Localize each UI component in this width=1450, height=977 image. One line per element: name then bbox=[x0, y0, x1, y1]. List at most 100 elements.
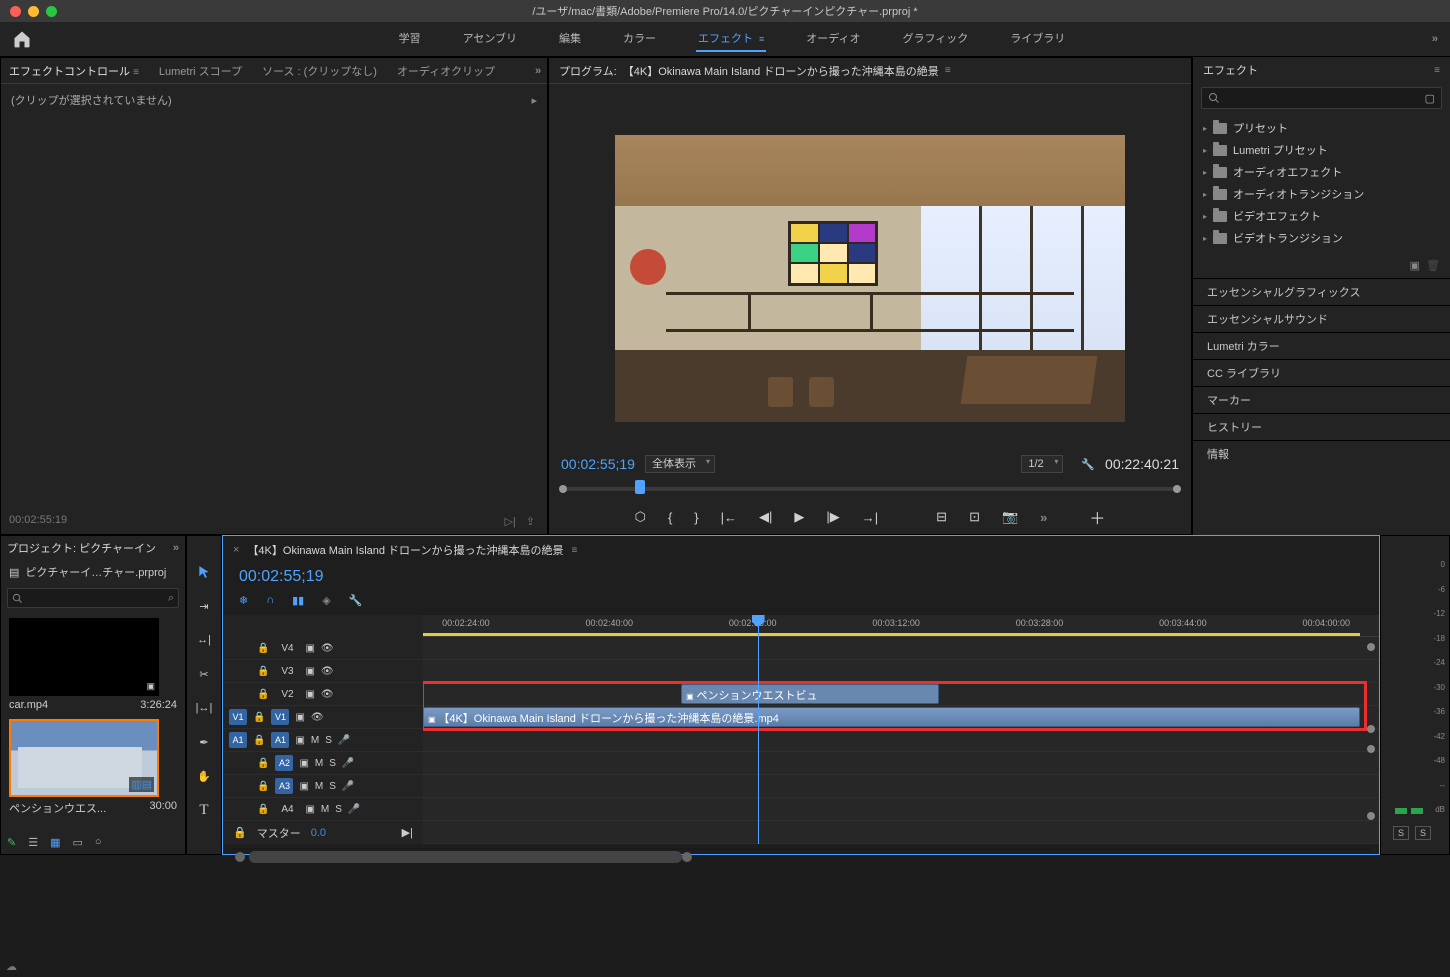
find-icon[interactable]: ⌕ bbox=[168, 592, 174, 605]
program-scrub-bar[interactable] bbox=[561, 478, 1179, 500]
timeline-timecode[interactable]: 00:02:55;19 bbox=[223, 564, 1379, 590]
lock-icon[interactable]: 🔒 bbox=[257, 643, 269, 654]
workspace-effects[interactable]: エフェクト≡ bbox=[696, 26, 766, 52]
toggle-output-icon[interactable]: ▣ bbox=[295, 712, 304, 723]
vscroll-mid-icon[interactable] bbox=[1367, 725, 1375, 733]
go-to-out-icon[interactable]: →| bbox=[862, 510, 878, 525]
workspace-edit[interactable]: 編集 bbox=[557, 26, 583, 52]
writable-icon[interactable]: ✎ bbox=[7, 836, 16, 849]
resolution-select[interactable]: 1/2 bbox=[1021, 455, 1063, 473]
lock-icon[interactable]: 🔒 bbox=[257, 804, 269, 815]
toggle-output-icon[interactable]: ▣ bbox=[305, 643, 314, 654]
hand-tool-icon[interactable]: ✋ bbox=[194, 766, 214, 786]
timeline-menu-icon[interactable]: ≡ bbox=[572, 545, 578, 556]
eye-icon[interactable]: 👁 bbox=[311, 712, 324, 723]
lock-icon[interactable]: 🔒 bbox=[253, 735, 265, 746]
panel-info[interactable]: 情報 bbox=[1193, 440, 1450, 467]
track-a3[interactable] bbox=[423, 775, 1379, 798]
vscroll-bot-icon[interactable] bbox=[1367, 812, 1375, 820]
track-a2[interactable] bbox=[423, 752, 1379, 775]
lock-icon[interactable]: 🔒 bbox=[257, 781, 269, 792]
slip-tool-icon[interactable]: |↔| bbox=[194, 698, 214, 718]
track-v3[interactable] bbox=[423, 660, 1379, 683]
effects-folder-presets[interactable]: ▸プリセット bbox=[1197, 117, 1446, 139]
pen-tool-icon[interactable]: ✒ bbox=[194, 732, 214, 752]
step-back-icon[interactable]: ◀| bbox=[759, 509, 772, 525]
panel-lumetri-color[interactable]: Lumetri カラー bbox=[1193, 332, 1450, 359]
track-v2[interactable]: ▣ ペンションウエストビュ bbox=[423, 683, 1379, 706]
track-master[interactable] bbox=[423, 821, 1379, 844]
solo-left-icon[interactable]: S bbox=[1393, 826, 1409, 840]
toggle-output-icon[interactable]: ▣ bbox=[295, 735, 304, 746]
vscroll-mid2-icon[interactable] bbox=[1367, 745, 1375, 753]
play-icon[interactable]: ▶ bbox=[794, 509, 804, 525]
lock-icon[interactable]: 🔒 bbox=[257, 758, 269, 769]
thumbnail-selected[interactable]: ▥▤ bbox=[9, 719, 159, 797]
tag-icon[interactable]: ◈ bbox=[322, 594, 330, 607]
wrench-icon[interactable]: 🔧 bbox=[349, 594, 363, 607]
go-to-in-icon[interactable]: |← bbox=[721, 510, 737, 525]
extract-icon[interactable]: ⊡ bbox=[969, 509, 980, 525]
snap-icon[interactable]: ❄ bbox=[239, 594, 248, 607]
solo-icon[interactable]: S bbox=[335, 804, 342, 815]
track-target-a2[interactable]: A2 bbox=[275, 755, 293, 771]
program-menu-icon[interactable]: ≡ bbox=[945, 65, 951, 76]
eye-icon[interactable]: 👁 bbox=[321, 689, 334, 700]
track-header-v1[interactable]: V1🔒V1▣👁 bbox=[223, 706, 423, 729]
transport-overflow-icon[interactable]: » bbox=[1040, 510, 1047, 525]
project-file-row[interactable]: ▤ ピクチャーイ…チャー.prproj bbox=[1, 560, 185, 584]
effects-folder-audio-trans[interactable]: ▸オーディオトランジション bbox=[1197, 183, 1446, 205]
export-frame-icon[interactable]: ⇪ bbox=[526, 515, 535, 528]
effects-folder-audio-fx[interactable]: ▸オーディオエフェクト bbox=[1197, 161, 1446, 183]
program-video-frame[interactable] bbox=[615, 135, 1125, 422]
mark-in-icon[interactable]: { bbox=[668, 510, 672, 525]
lock-icon[interactable]: 🔒 bbox=[257, 666, 269, 677]
track-header-a4[interactable]: 🔒A4▣MS🎤 bbox=[223, 798, 423, 821]
lock-icon[interactable]: 🔒 bbox=[233, 826, 247, 839]
track-target-a1[interactable]: A1 bbox=[271, 732, 289, 748]
track-a4[interactable] bbox=[423, 798, 1379, 821]
clip-okinawa[interactable]: ▣ 【4K】Okinawa Main Island ドローンから撮った沖縄本島の… bbox=[423, 707, 1360, 727]
eye-icon[interactable]: 👁 bbox=[321, 643, 334, 654]
timeline-playhead[interactable] bbox=[758, 615, 759, 844]
effects-search[interactable]: ▢ bbox=[1201, 87, 1442, 109]
effects-search-input[interactable] bbox=[1220, 92, 1421, 104]
bin-item-car[interactable]: ▣ car.mp43:26:24 bbox=[9, 618, 177, 711]
hscroll-thumb[interactable] bbox=[249, 851, 682, 863]
master-value[interactable]: 0.0 bbox=[311, 827, 326, 839]
panel-essential-graphics[interactable]: エッセンシャルグラフィックス bbox=[1193, 278, 1450, 305]
effects-folder-video-fx[interactable]: ▸ビデオエフェクト bbox=[1197, 205, 1446, 227]
go-to-next-icon[interactable]: ▶| bbox=[402, 826, 413, 839]
lock-icon[interactable]: 🔒 bbox=[253, 712, 265, 723]
ripple-edit-tool-icon[interactable]: ↔| bbox=[194, 630, 214, 650]
workspace-library[interactable]: ライブラリ bbox=[1008, 26, 1067, 52]
program-timecode-left[interactable]: 00:02:55;19 bbox=[561, 456, 635, 472]
track-a1[interactable] bbox=[423, 729, 1379, 752]
workspace-assembly[interactable]: アセンブリ bbox=[461, 26, 519, 52]
sync-settings-icon[interactable]: ☁ bbox=[6, 960, 17, 973]
voiceover-icon[interactable]: 🎤 bbox=[338, 735, 350, 746]
voiceover-icon[interactable]: 🎤 bbox=[348, 804, 360, 815]
new-bin-icon[interactable]: ▢ bbox=[1425, 92, 1435, 105]
panel-markers[interactable]: マーカー bbox=[1193, 386, 1450, 413]
project-overflow-icon[interactable]: » bbox=[173, 542, 179, 554]
track-v1[interactable]: ▣ 【4K】Okinawa Main Island ドローンから撮った沖縄本島の… bbox=[423, 706, 1379, 729]
mute-icon[interactable]: M bbox=[315, 781, 323, 792]
workspace-graphics[interactable]: グラフィック bbox=[901, 26, 971, 52]
hscroll-right-handle[interactable] bbox=[682, 852, 692, 862]
solo-icon[interactable]: S bbox=[329, 758, 336, 769]
new-custom-bin-icon[interactable]: ▣ bbox=[1410, 260, 1420, 272]
master-track-header[interactable]: 🔒マスター0.0▶| bbox=[223, 821, 423, 844]
eye-icon[interactable]: 👁 bbox=[321, 666, 334, 677]
effects-panel-menu-icon[interactable]: ≡ bbox=[1434, 65, 1440, 76]
track-header-v2[interactable]: 🔒V2▣👁 bbox=[223, 683, 423, 706]
vscroll-top-icon[interactable] bbox=[1367, 643, 1375, 651]
solo-right-icon[interactable]: S bbox=[1415, 826, 1431, 840]
source-patch-v1[interactable]: V1 bbox=[229, 709, 247, 725]
thumbnail[interactable]: ▣ bbox=[9, 618, 159, 696]
mute-icon[interactable]: M bbox=[315, 758, 323, 769]
zoom-slider-icon[interactable]: ○ bbox=[95, 836, 102, 848]
track-target-a3[interactable]: A3 bbox=[275, 778, 293, 794]
loop-icon[interactable]: ▷| bbox=[504, 515, 515, 528]
lock-icon[interactable]: 🔒 bbox=[257, 689, 269, 700]
